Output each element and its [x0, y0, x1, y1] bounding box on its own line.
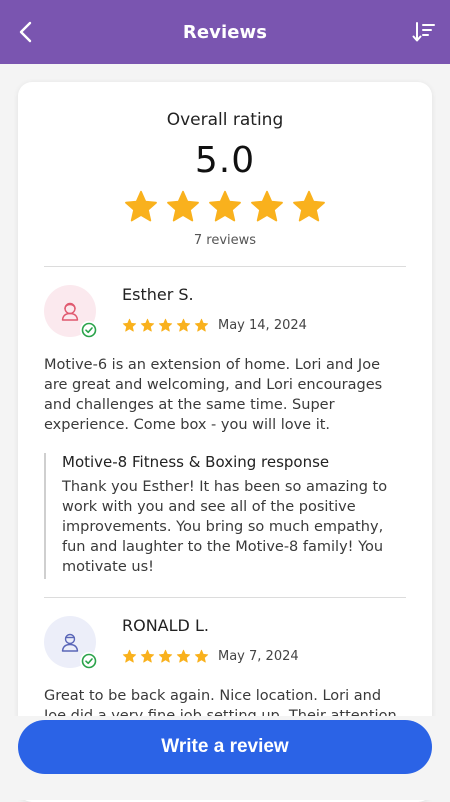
review-star-rating: [122, 318, 209, 333]
star-icon: [293, 190, 325, 222]
star-icon: [176, 318, 191, 332]
star-icon: [122, 649, 137, 663]
sort-icon: [412, 22, 435, 42]
star-icon: [158, 318, 173, 332]
star-icon: [122, 318, 137, 332]
check-circle-icon: [81, 653, 97, 669]
review-date: May 7, 2024: [218, 649, 299, 664]
star-icon: [140, 649, 155, 663]
back-button[interactable]: [12, 18, 40, 46]
overall-rating-label: Overall rating: [166, 110, 284, 130]
page-title: Reviews: [182, 21, 268, 43]
verified-badge: [80, 652, 98, 670]
star-icon: [194, 649, 209, 663]
sort-button[interactable]: [410, 18, 438, 46]
star-icon: [158, 649, 173, 663]
star-icon: [209, 190, 241, 222]
owner-response: Motive-8 Fitness & Boxing response Thank…: [44, 453, 406, 579]
star-icon: [125, 190, 157, 222]
response-title: Motive-8 Fitness & Boxing response: [62, 453, 330, 471]
female-user-icon: [61, 302, 79, 321]
review-text: Motive-6 is an extension of home. Lori a…: [44, 357, 383, 433]
male-user-icon: [61, 633, 79, 652]
app-header: Reviews: [0, 0, 450, 64]
reviewer-name: RONALD L.: [122, 616, 209, 635]
chevron-left-icon: [19, 21, 32, 43]
check-circle-icon: [81, 322, 97, 338]
verified-badge: [80, 321, 98, 339]
overall-star-rating: [18, 189, 432, 225]
star-icon: [140, 318, 155, 332]
reviewer-name: Esther S.: [122, 285, 194, 304]
overall-rating-value: 5.0: [194, 140, 256, 181]
review-date: May 14, 2024: [218, 318, 307, 333]
star-icon: [176, 649, 191, 663]
star-icon: [194, 318, 209, 332]
review-star-rating: [122, 649, 209, 664]
star-icon: [167, 190, 199, 222]
write-review-button[interactable]: Write a review: [18, 720, 432, 774]
avatar: [44, 616, 98, 670]
response-text: Thank you Esther! It has been so amazing…: [62, 479, 388, 575]
star-icon: [251, 190, 283, 222]
avatar: [44, 285, 98, 339]
rating-summary: Overall rating 5.0 7 reviews: [18, 82, 432, 248]
review-count: 7 reviews: [193, 233, 257, 248]
review-item: Esther S. May 14, 2024 Motive-6 is an ex…: [18, 267, 432, 598]
reviews-card: Overall rating 5.0 7 reviews Esther S. M…: [18, 82, 432, 802]
